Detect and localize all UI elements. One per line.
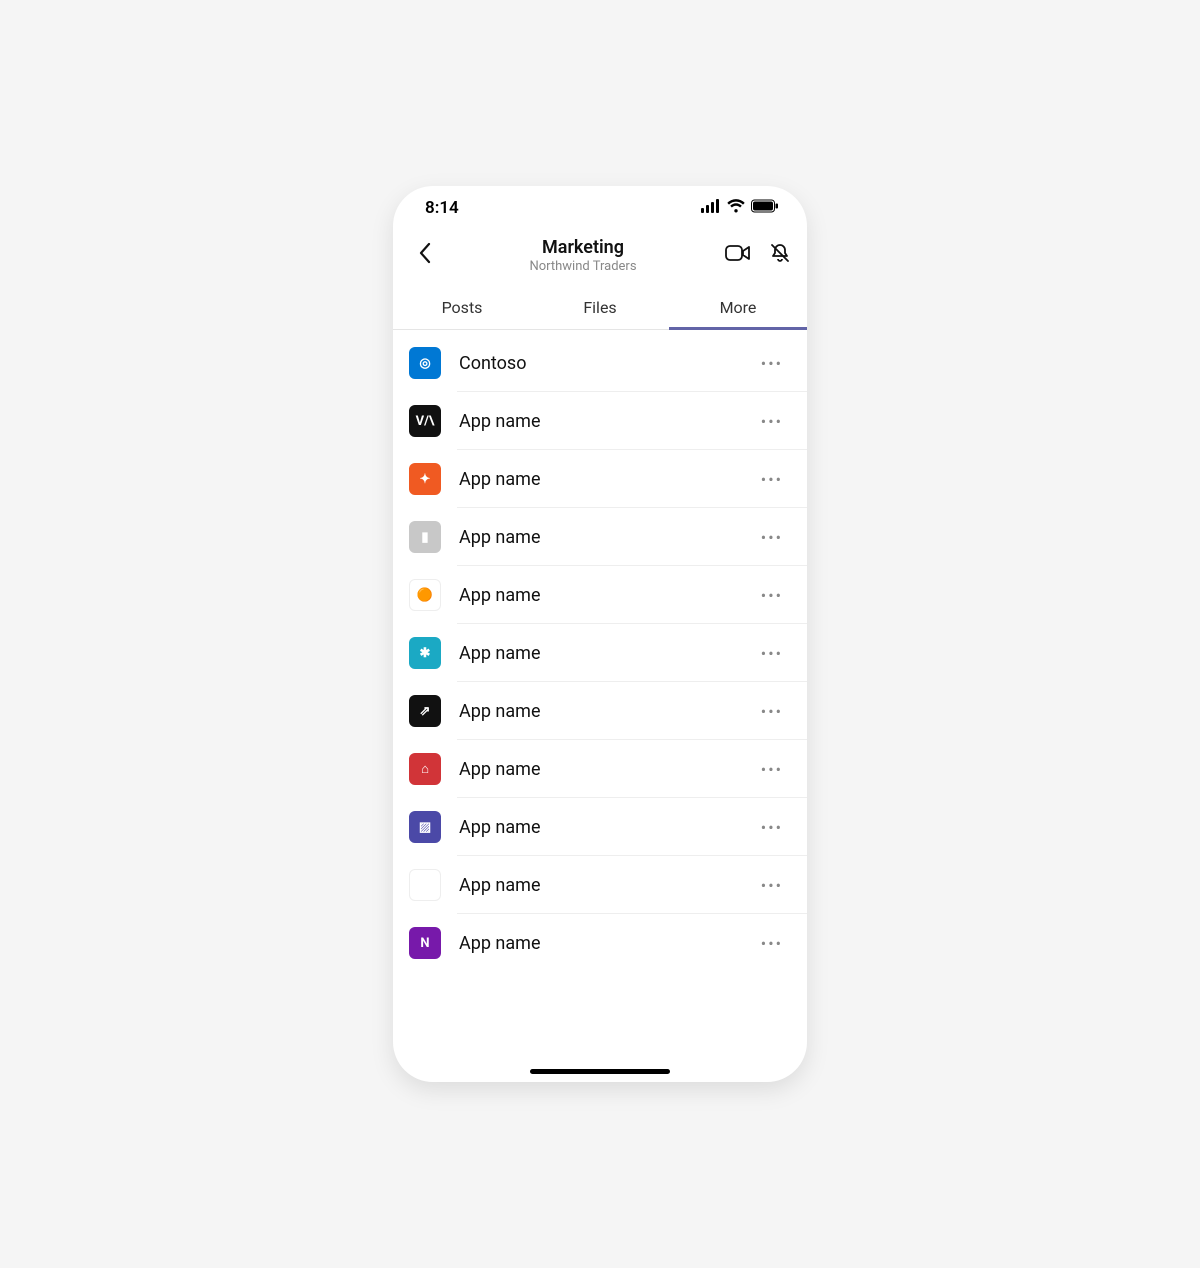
header-actions — [725, 242, 791, 268]
app-label: App name — [459, 817, 757, 838]
app-row[interactable]: V/\ App name••• — [393, 392, 807, 450]
row-more-button[interactable]: ••• — [757, 872, 787, 899]
tab-posts[interactable]: Posts — [393, 286, 531, 329]
more-horizontal-icon: ••• — [761, 702, 783, 721]
more-horizontal-icon: ••• — [761, 470, 783, 489]
app-row[interactable]: ✱ App name••• — [393, 624, 807, 682]
row-more-button[interactable]: ••• — [757, 698, 787, 725]
snow-icon: ✱ — [409, 637, 441, 669]
app-row[interactable]: ▮ App name••• — [393, 508, 807, 566]
more-horizontal-icon: ••• — [761, 412, 783, 431]
row-more-button[interactable]: ••• — [757, 640, 787, 667]
app-label: Contoso — [459, 353, 757, 374]
app-label: App name — [459, 469, 757, 490]
chevron-left-icon — [418, 242, 432, 268]
chat-icon: 🟠 — [409, 579, 441, 611]
swoosh-icon: ⇗ — [409, 695, 441, 727]
mute-notifications-button[interactable] — [769, 242, 791, 268]
row-more-button[interactable]: ••• — [757, 524, 787, 551]
row-more-button[interactable]: ••• — [757, 408, 787, 435]
tab-label: Posts — [442, 298, 483, 317]
app-row[interactable]: ▨ App name••• — [393, 798, 807, 856]
app-label: App name — [459, 933, 757, 954]
row-more-button[interactable]: ••• — [757, 466, 787, 493]
video-icon — [725, 243, 751, 267]
app-row[interactable]: ⌂ App name••• — [393, 740, 807, 798]
more-horizontal-icon: ••• — [761, 528, 783, 547]
video-call-button[interactable] — [725, 243, 751, 267]
row-more-button[interactable]: ••• — [757, 930, 787, 957]
app-label: App name — [459, 527, 757, 548]
app-label: App name — [459, 759, 757, 780]
row-more-button[interactable]: ••• — [757, 582, 787, 609]
header-titles[interactable]: Marketing Northwind Traders — [441, 237, 725, 274]
app-row[interactable]: ◎ Contoso••• — [393, 334, 807, 392]
status-bar: 8:14 — [393, 186, 807, 230]
tab-more[interactable]: More — [669, 286, 807, 329]
tab-label: More — [720, 298, 757, 317]
app-label: App name — [459, 875, 757, 896]
app-row[interactable]: 🟠 App name••• — [393, 566, 807, 624]
onenote-icon: N — [409, 927, 441, 959]
phone-frame: 8:14 Marketing Northwind Traders — [393, 186, 807, 1082]
more-horizontal-icon: ••• — [761, 644, 783, 663]
r-icon: ▮ — [409, 521, 441, 553]
app-label: App name — [459, 411, 757, 432]
app-row[interactable]: N App name••• — [393, 914, 807, 972]
team-subtitle: Northwind Traders — [441, 259, 725, 274]
app-row[interactable]: ⇗ App name••• — [393, 682, 807, 740]
fk-icon: ⬢ — [409, 869, 441, 901]
more-horizontal-icon: ••• — [761, 760, 783, 779]
row-more-button[interactable]: ••• — [757, 756, 787, 783]
bell-off-icon — [769, 242, 791, 268]
status-right — [701, 198, 779, 218]
row-more-button[interactable]: ••• — [757, 350, 787, 377]
chart-icon: ⌂ — [409, 753, 441, 785]
app-row[interactable]: ⬢ App name••• — [393, 856, 807, 914]
cellular-icon — [701, 198, 721, 218]
app-label: App name — [459, 585, 757, 606]
more-horizontal-icon: ••• — [761, 818, 783, 837]
va-icon: V/\ — [409, 405, 441, 437]
back-button[interactable] — [409, 242, 441, 268]
app-label: App name — [459, 643, 757, 664]
channel-title: Marketing — [441, 237, 725, 258]
more-horizontal-icon: ••• — [761, 354, 783, 373]
tab-files[interactable]: Files — [531, 286, 669, 329]
app-list[interactable]: ◎Contoso•••V/\App name•••✦App name•••▮Ap… — [393, 330, 807, 1082]
status-time: 8:14 — [425, 198, 459, 218]
channel-header: Marketing Northwind Traders — [393, 230, 807, 286]
stripe-icon: ▨ — [409, 811, 441, 843]
more-horizontal-icon: ••• — [761, 586, 783, 605]
battery-icon — [751, 198, 779, 218]
home-indicator[interactable] — [530, 1069, 670, 1074]
wifi-icon — [727, 198, 745, 218]
more-horizontal-icon: ••• — [761, 934, 783, 953]
row-more-button[interactable]: ••• — [757, 814, 787, 841]
link-icon: ✦ — [409, 463, 441, 495]
contoso-icon: ◎ — [409, 347, 441, 379]
tab-label: Files — [583, 298, 616, 317]
app-label: App name — [459, 701, 757, 722]
channel-tabs: Posts Files More — [393, 286, 807, 330]
app-row[interactable]: ✦ App name••• — [393, 450, 807, 508]
more-horizontal-icon: ••• — [761, 876, 783, 895]
